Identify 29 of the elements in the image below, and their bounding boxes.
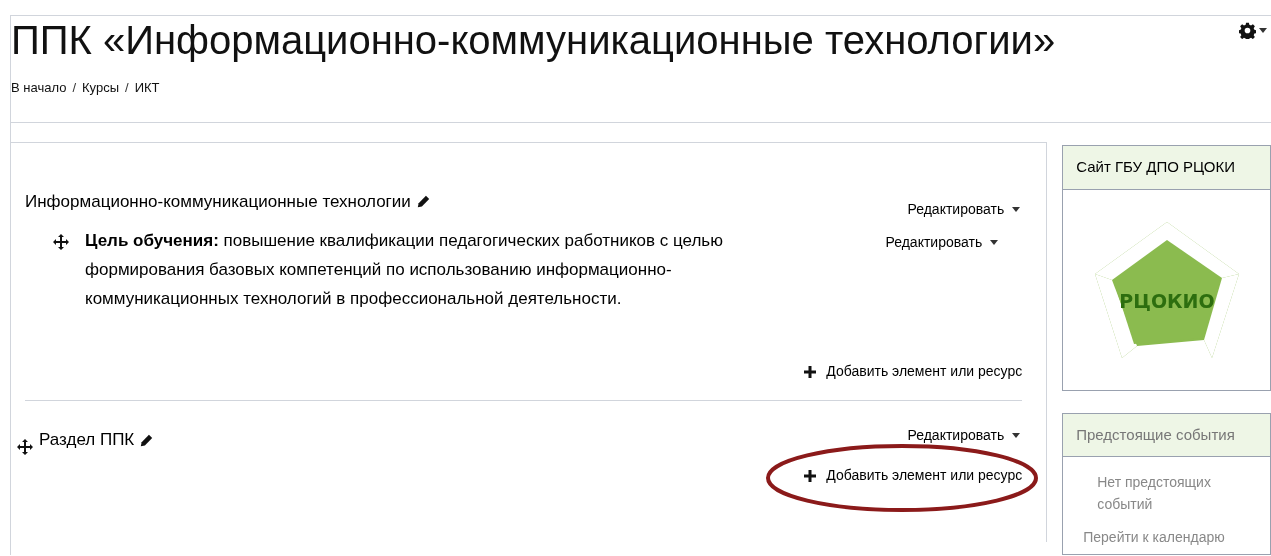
caret-icon [1259, 28, 1267, 33]
section-title: Информационно-коммуникационные технологии [25, 191, 411, 213]
move-icon[interactable] [17, 439, 33, 455]
settings-menu[interactable] [1239, 22, 1267, 39]
add-activity-link[interactable]: Добавить элемент или ресурс [804, 465, 1023, 486]
add-activity-link[interactable]: Добавить элемент или ресурс [804, 361, 1023, 382]
breadcrumb-link[interactable]: ИКТ [134, 78, 160, 98]
block-title: Сайт ГБУ ДПО РЦОКИ [1063, 146, 1270, 190]
breadcrumb-separator: / [125, 79, 129, 97]
empty-events-text: Нет предстоящих событий [1096, 473, 1212, 514]
plus-icon [804, 469, 817, 482]
section-title: Раздел ППК [39, 429, 135, 452]
move-icon[interactable] [53, 234, 69, 250]
edit-menu[interactable]: Редактировать [885, 232, 999, 253]
caret-icon [990, 240, 999, 245]
pencil-icon[interactable] [140, 433, 154, 447]
calendar-link[interactable]: Перейти к календарю [1083, 527, 1250, 548]
breadcrumb-separator: / [72, 79, 76, 97]
edit-menu[interactable]: Редактировать [907, 425, 1021, 446]
edit-menu[interactable]: Редактировать [907, 199, 1021, 220]
page-title: ППК «Информационно-коммуникационные технологии» [11, 18, 1056, 62]
block-title: Предстоящие события [1063, 413, 1270, 457]
plus-icon [804, 365, 817, 378]
caret-icon [1012, 207, 1021, 212]
pencil-icon[interactable] [416, 195, 430, 209]
breadcrumb-link[interactable]: В начало [11, 78, 67, 98]
breadcrumb-link[interactable]: Курсы [82, 78, 119, 98]
course-summary: Цель обучения: повышение квалификации педагогических работников с целью формирования базовых компетенций по использованию информационно-коммуникационных технологий в профессиональной деятельности. [85, 230, 724, 310]
caret-icon [1012, 433, 1021, 438]
